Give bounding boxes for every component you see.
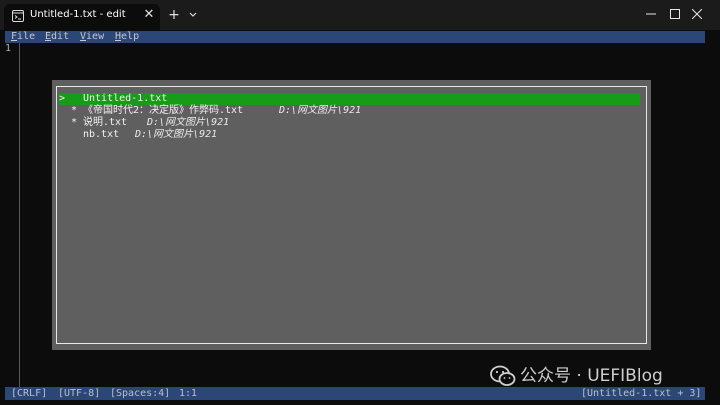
menu-edit[interactable]: Edit [45, 31, 69, 43]
status-bar: [CRLF] [UTF-8] [Spaces:4] 1:1 [Untitled-… [5, 387, 705, 400]
file-item-cheatcodes[interactable]: * 《帝国时代2：决定版》作弊码.txt D:\网文图片\921 [59, 105, 640, 117]
tab-title: Untitled-1.txt - edit [30, 9, 126, 20]
terminal-icon [12, 10, 24, 22]
close-icon [692, 9, 702, 19]
file-list: > Untitled-1.txt * 《帝国时代2：决定版》作弊码.txt D:\网文… [56, 86, 647, 344]
encoding-status[interactable]: [UTF-8] [58, 387, 100, 400]
cursor-position: 1:1 [179, 388, 198, 399]
new-tab-button[interactable]: + [166, 6, 182, 24]
file-picker-dialog: > Untitled-1.txt * 《帝国时代2：决定版》作弊码.txt D:\网文… [52, 80, 651, 350]
chevron-down-icon[interactable] [186, 7, 200, 23]
watermark-text: 公众号 · UEFIBlog [520, 366, 663, 386]
file-item-shuoming[interactable]: * 说明.txt D:\网文图片\921 [59, 117, 640, 129]
close-tab-icon[interactable]: ✕ [142, 7, 156, 23]
line-ending-status[interactable]: [CRLF] [11, 387, 47, 400]
indent-status[interactable]: [Spaces:4] [110, 387, 170, 400]
terminal-tab[interactable]: Untitled-1.txt - edit ✕ [4, 4, 160, 30]
close-window-button[interactable] [674, 0, 720, 28]
document-switcher[interactable]: [Untitled-1.txt + 3] [581, 387, 701, 400]
menu-help[interactable]: Help [115, 31, 139, 43]
menu-bar: File Edit View Help [5, 31, 705, 43]
menu-view[interactable]: View [80, 31, 104, 43]
wechat-icon [490, 365, 516, 386]
line-number: 1 [5, 43, 12, 54]
title-bar: Untitled-1.txt - edit ✕ + [0, 0, 720, 30]
menu-file[interactable]: File [11, 31, 35, 43]
file-item-untitled[interactable]: > Untitled-1.txt [59, 93, 640, 105]
file-item-nb[interactable]: nb.txt D:\网文图片\921 [59, 129, 640, 141]
gutter-divider [19, 43, 20, 387]
